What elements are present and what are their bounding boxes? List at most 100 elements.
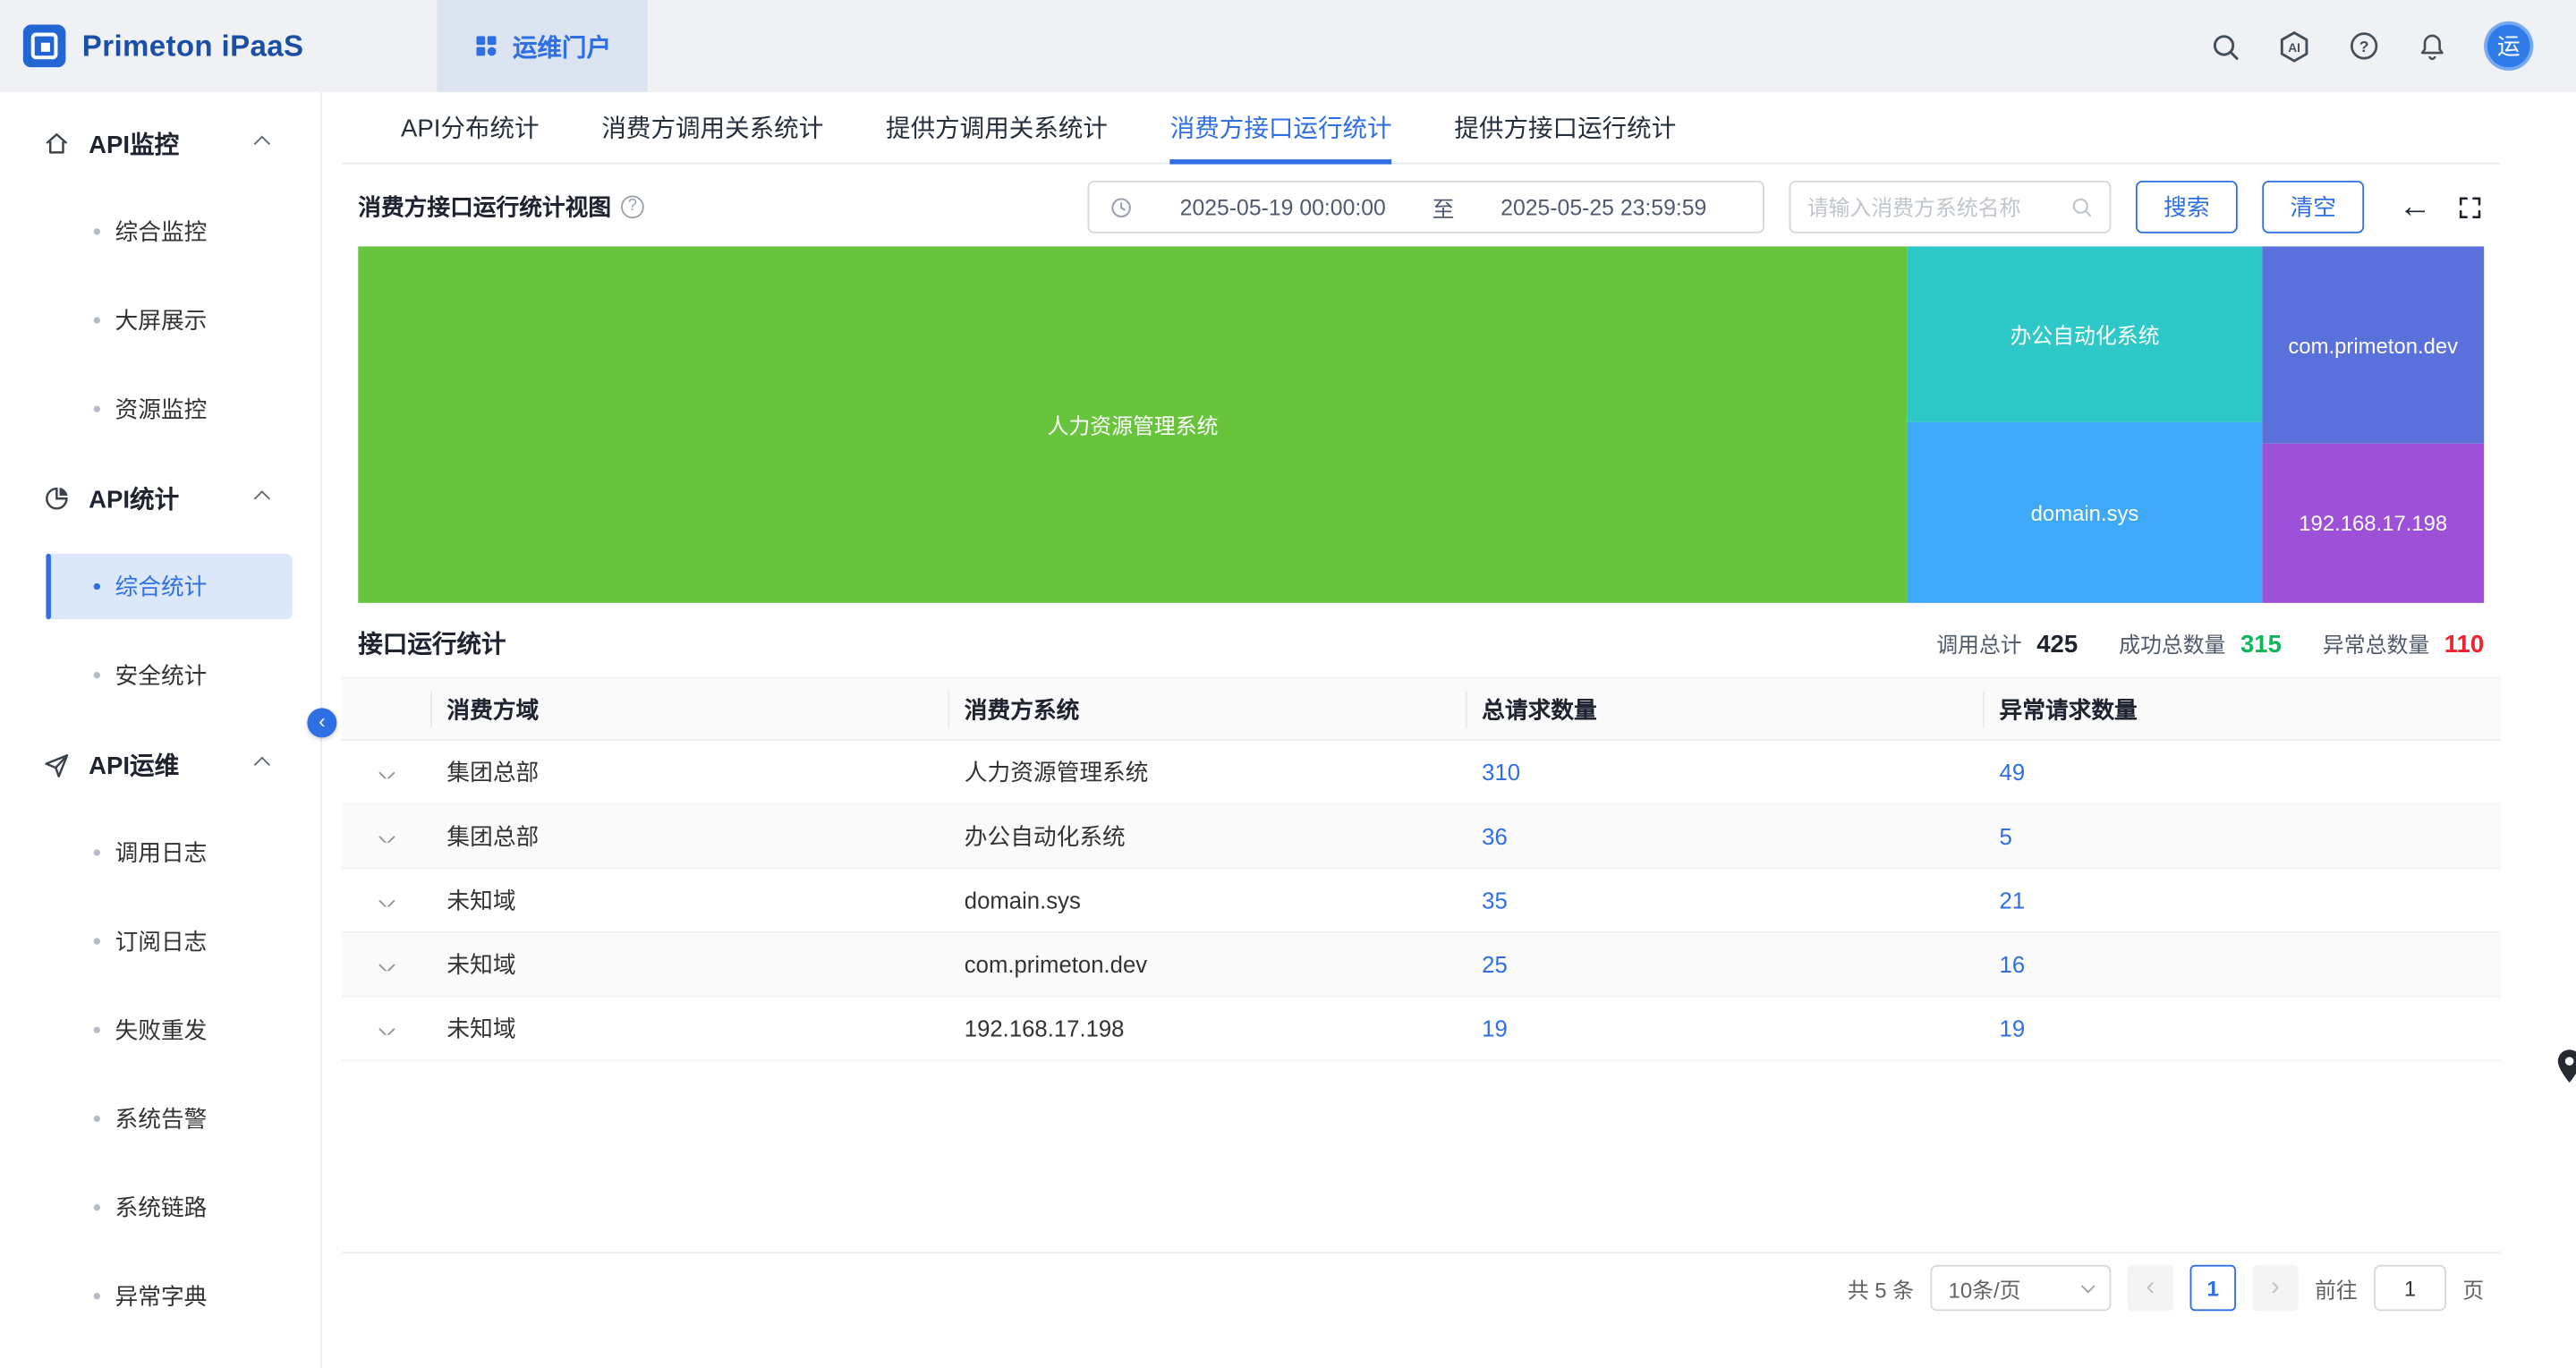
page-size-select[interactable]: 10条/页 <box>1930 1265 2111 1311</box>
prev-page-button[interactable]: ‹ <box>2128 1265 2173 1311</box>
total-requests-link[interactable]: 19 <box>1482 1015 1508 1041</box>
sidebar-item-label: 失败重发 <box>115 1014 208 1047</box>
row-expand-icon[interactable] <box>378 767 395 778</box>
sidebar-item-composite-statistics[interactable]: 综合统计 <box>0 542 320 631</box>
brand: Primeton iPaaS <box>0 0 437 92</box>
user-avatar[interactable]: 运 <box>2484 21 2533 71</box>
back-arrow-icon[interactable]: ← <box>2399 191 2432 224</box>
toolbar-controls: 2025-05-19 00:00:00 至 2025-05-25 23:59:5… <box>1087 181 2484 234</box>
sidebar-collapse-button[interactable]: ‹ <box>307 708 336 737</box>
cell-consumer-domain: 未知域 <box>432 1012 949 1045</box>
sidebar-item-security-statistics[interactable]: 安全统计 <box>0 631 320 719</box>
bullet-icon <box>94 1204 100 1211</box>
tab-label: 提供方调用关系统计 <box>886 110 1108 145</box>
tab-consumer-api-runtime[interactable]: 消费方接口运行统计 <box>1170 92 1392 163</box>
row-expand-icon[interactable] <box>378 1023 395 1034</box>
next-page-button[interactable]: › <box>2252 1265 2298 1311</box>
sidebar-item-error-dictionary[interactable]: 异常字典 <box>0 1252 320 1340</box>
error-requests-link[interactable]: 21 <box>2000 887 2026 913</box>
tab-provider-api-runtime[interactable]: 提供方接口运行统计 <box>1454 92 1676 163</box>
tab-consumer-call-relations[interactable]: 消费方调用关系统计 <box>601 92 823 163</box>
bullet-icon <box>94 583 100 590</box>
toolbar: 消费方接口运行统计视图 ? 2025-05-19 00:00:00 至 2025… <box>358 181 2484 234</box>
sidebar-item-system-alerts[interactable]: 系统告警 <box>0 1075 320 1163</box>
sidebar-item-call-logs[interactable]: 调用日志 <box>0 808 320 896</box>
search-icon <box>2070 195 2093 218</box>
header-actions: AI ? 运 <box>2210 0 2576 92</box>
sidebar-item-label: 综合统计 <box>115 570 208 603</box>
error-requests-link[interactable]: 19 <box>2000 1015 2026 1041</box>
pie-chart-icon <box>43 484 71 512</box>
sidebar-item-failure-resend[interactable]: 失败重发 <box>0 986 320 1075</box>
tab-label: API分布统计 <box>401 110 540 145</box>
brand-title: Primeton iPaaS <box>82 29 304 64</box>
question-circle-icon[interactable]: ? <box>621 195 644 218</box>
row-expand-icon[interactable] <box>378 895 395 906</box>
total-requests-link[interactable]: 36 <box>1482 823 1508 849</box>
sidebar-group-api-monitor[interactable]: API监控 <box>0 98 320 187</box>
sidebar-group-label: API监控 <box>89 125 179 160</box>
bullet-icon <box>94 938 100 944</box>
clear-button[interactable]: 清空 <box>2262 181 2364 234</box>
ai-assistant-icon[interactable]: AI <box>2277 29 2312 64</box>
treemap-block-hr-system[interactable]: 人力资源管理系统 <box>358 246 1907 602</box>
grid-icon <box>473 33 499 59</box>
row-expand-icon[interactable] <box>378 958 395 970</box>
runtime-summary-row: 接口运行统计 调用总计 425 成功总数量 315 异常总数量 110 <box>358 626 2484 661</box>
error-requests-link[interactable]: 49 <box>2000 759 2026 785</box>
total-requests-link[interactable]: 310 <box>1482 759 1520 785</box>
goto-page-input[interactable] <box>2374 1265 2446 1311</box>
date-end: 2025-05-25 23:59:59 <box>1464 195 1743 220</box>
ops-icon <box>43 750 71 777</box>
error-requests-link[interactable]: 16 <box>2000 951 2026 977</box>
tab-provider-call-relations[interactable]: 提供方调用关系统计 <box>886 92 1108 163</box>
tab-label: 消费方接口运行统计 <box>1170 110 1392 145</box>
fullscreen-icon[interactable] <box>2456 193 2484 221</box>
search-icon[interactable] <box>2210 30 2241 62</box>
table-row: 未知域 com.primeton.dev 25 16 <box>342 933 2501 998</box>
row-expand-icon[interactable] <box>378 830 395 842</box>
total-requests-link[interactable]: 25 <box>1482 951 1508 977</box>
chevron-up-icon <box>254 135 270 151</box>
sidebar-item-resource-monitor[interactable]: 资源监控 <box>0 365 320 454</box>
portal-tab[interactable]: 运维门户 <box>437 0 647 92</box>
help-icon[interactable]: ? <box>2348 30 2381 63</box>
treemap-block-domain-sys[interactable]: domain.sys <box>1908 422 2263 603</box>
app-logo-icon <box>23 25 66 68</box>
date-range-picker[interactable]: 2025-05-19 00:00:00 至 2025-05-25 23:59:5… <box>1087 181 1764 234</box>
total-requests-link[interactable]: 35 <box>1482 887 1508 913</box>
cell-consumer-system: 192.168.17.198 <box>949 1015 1467 1041</box>
top-header: Primeton iPaaS 运维门户 AI ? 运 <box>0 0 2576 92</box>
search-input[interactable] <box>1807 195 2070 220</box>
sidebar-item-label: 资源监控 <box>115 393 208 426</box>
bell-icon[interactable] <box>2417 30 2448 62</box>
page-number-1[interactable]: 1 <box>2189 1265 2235 1311</box>
svg-text:AI: AI <box>2288 40 2300 54</box>
cell-consumer-domain: 未知域 <box>432 884 949 917</box>
treemap-block-oa-system[interactable]: 办公自动化系统 <box>1908 246 2263 421</box>
consumer-runtime-treemap: 人力资源管理系统 办公自动化系统 domain.sys com.primeton… <box>358 246 2484 602</box>
floating-pin-widget[interactable] <box>2555 1048 2576 1092</box>
sidebar-item-label: 异常字典 <box>115 1279 208 1313</box>
error-requests-link[interactable]: 5 <box>2000 823 2012 849</box>
cell-consumer-domain: 未知域 <box>432 947 949 981</box>
sidebar-item-label: 大屏展示 <box>115 304 208 337</box>
sidebar-item-label: 系统告警 <box>115 1102 208 1135</box>
sidebar-item-system-trace[interactable]: 系统链路 <box>0 1163 320 1252</box>
search-button[interactable]: 搜索 <box>2136 181 2238 234</box>
sidebar-item-composite-monitor[interactable]: 综合监控 <box>0 187 320 276</box>
sidebar-item-subscription-logs[interactable]: 订阅日志 <box>0 897 320 986</box>
treemap-block-com-primeton-dev[interactable]: com.primeton.dev <box>2262 246 2484 443</box>
sidebar-group-api-statistics[interactable]: API统计 <box>0 454 320 542</box>
tab-api-distribution[interactable]: API分布统计 <box>401 92 540 163</box>
sidebar-item-big-screen[interactable]: 大屏展示 <box>0 276 320 364</box>
clock-icon <box>1109 195 1134 220</box>
bullet-icon <box>94 1293 100 1299</box>
pagination-total: 共 5 条 <box>1848 1272 1914 1304</box>
section-title: 接口运行统计 <box>358 626 506 661</box>
treemap-block-ip[interactable]: 192.168.17.198 <box>2262 444 2484 603</box>
consumer-system-search <box>1790 181 2112 234</box>
sidebar-group-api-operations[interactable]: API运维 <box>0 719 320 808</box>
next-page-icon: › <box>2271 1275 2280 1301</box>
table-row: 集团总部 人力资源管理系统 310 49 <box>342 741 2501 805</box>
